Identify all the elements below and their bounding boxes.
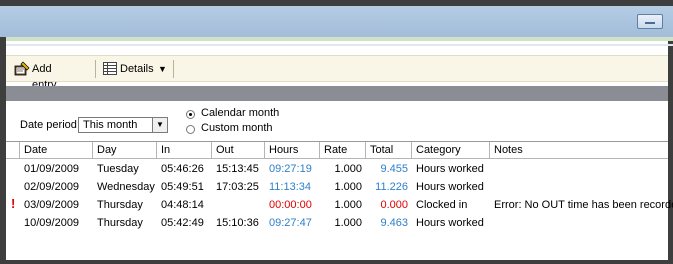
cell-category: Hours worked [416,163,484,175]
cell-rate: 1.000 [334,199,362,211]
cell-total: 9.463 [380,217,408,229]
cell-in: 04:48:14 [161,199,204,211]
date-period-select[interactable]: This month ▼ [78,117,168,133]
cell-date: 01/09/2009 [24,163,80,175]
cell-category: Hours worked [416,217,484,229]
table-row[interactable]: 01/09/2009 Tuesday 05:46:26 15:13:45 09:… [6,161,668,177]
column-header-hours[interactable]: Hours [265,142,320,159]
column-header-rate[interactable]: Rate [320,142,366,159]
table-row[interactable]: ! 03/09/2009 Thursday 04:48:14 00:00:00 … [6,196,673,213]
row-indicator-header [6,142,20,159]
date-period-value: This month [83,119,138,131]
cell-day: Thursday [97,199,143,211]
cell-day: Thursday [97,217,143,229]
cell-rate: 1.000 [334,163,362,175]
table-row[interactable]: 10/09/2009 Thursday 05:42:49 15:10:36 09… [6,215,668,231]
column-header-date[interactable]: Date [20,142,93,159]
cell-category: Clocked in [416,199,468,211]
column-header-day[interactable]: Day [93,142,157,159]
details-dropdown-button[interactable]: Details ▼ [103,61,167,77]
cell-in: 05:46:26 [161,163,204,175]
section-header-band [6,86,668,101]
details-grid-icon [103,62,117,75]
cell-day: Tuesday [97,163,139,175]
details-label: Details [120,63,154,75]
cell-hours: 09:27:19 [269,163,312,175]
date-period-label: Date period [20,119,77,131]
cell-rate: 1.000 [334,181,362,193]
window-frame-bottom [0,260,673,264]
column-header-notes[interactable]: Notes [490,142,668,159]
cell-in: 05:49:51 [161,181,204,193]
toolbar-separator [173,60,174,78]
cell-in: 05:42:49 [161,217,204,229]
column-header-out[interactable]: Out [212,142,265,159]
cell-date: 02/09/2009 [24,181,80,193]
cell-out: 15:10:36 [216,217,259,229]
radio-calendar-month-label: Calendar month [201,107,280,119]
decorative-strip-thin [6,44,673,46]
column-header-category[interactable]: Category [412,142,490,159]
cell-out: 15:13:45 [216,163,259,175]
time-entries-table: Date Day In Out Hours Rate Total Categor… [6,141,673,261]
minimize-icon [645,22,655,24]
chevron-down-icon: ▼ [158,64,167,74]
toolbar-separator [95,60,96,78]
cell-day: Wednesday [97,181,155,193]
minimize-button[interactable] [637,14,663,29]
cell-out: 17:03:25 [216,181,259,193]
cell-category: Hours worked [416,181,484,193]
cell-total: 11.226 [375,181,408,193]
column-header-total[interactable]: Total [366,142,412,159]
column-header-in[interactable]: In [157,142,212,159]
table-row[interactable]: 02/09/2009 Wednesday 05:49:51 17:03:25 1… [6,179,668,195]
cell-date: 03/09/2009 [24,199,80,211]
error-flag-icon: ! [11,196,16,211]
chevron-down-icon: ▼ [152,118,167,132]
window-title-bar [0,0,673,37]
cell-date: 10/09/2009 [24,217,80,229]
cell-rate: 1.000 [334,217,362,229]
window-frame-right [668,37,673,264]
cell-hours: 09:27:47 [269,217,312,229]
cell-hours: 11:13:34 [269,181,312,193]
cell-notes: Error: No OUT time has been recorded [494,199,673,211]
cell-total: 9.455 [380,163,408,175]
cell-hours: 00:00:00 [269,199,312,211]
cell-total: 0.000 [380,199,408,211]
add-entry-icon [14,61,30,76]
radio-custom-month-label: Custom month [201,122,273,134]
toolbar: Add entry Details ▼ [6,55,668,91]
radio-custom-month[interactable] [186,125,195,134]
decorative-strip [6,37,673,41]
radio-calendar-month[interactable] [186,110,195,119]
